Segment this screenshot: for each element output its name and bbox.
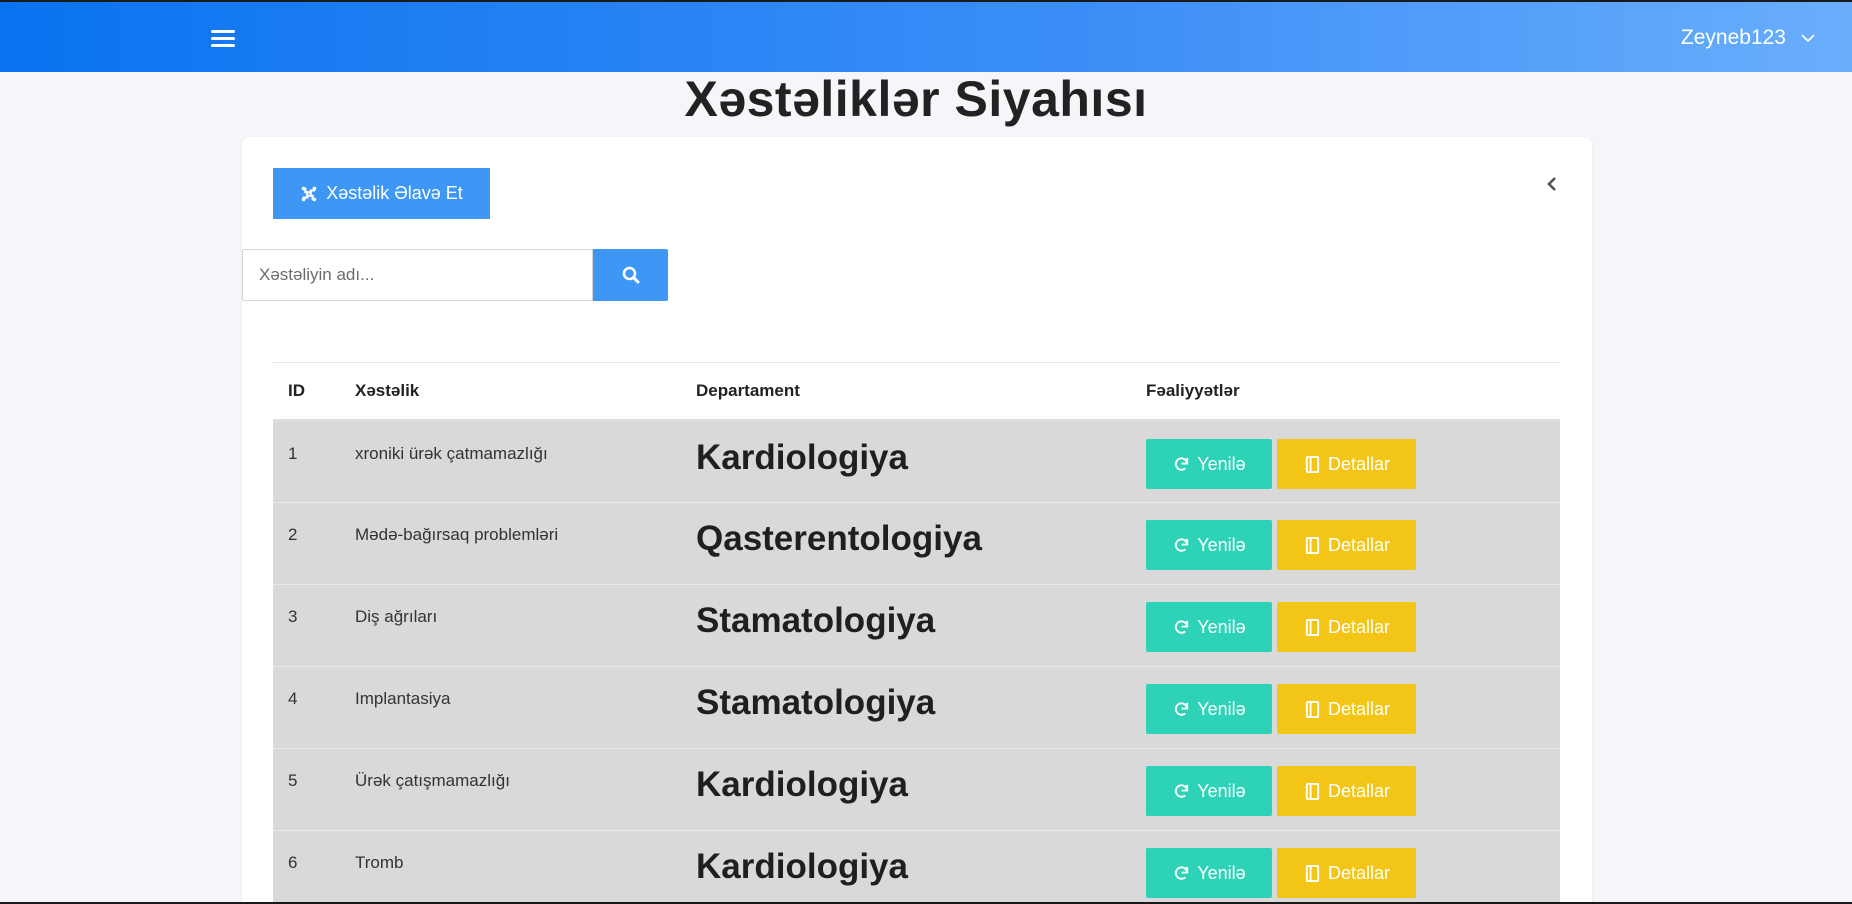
- refresh-icon: [1175, 783, 1189, 798]
- joomla-icon: [301, 186, 317, 201]
- row-department: Stamatologiya: [696, 601, 936, 640]
- row-id: 2: [288, 525, 298, 544]
- chevron-left-icon[interactable]: [1544, 173, 1560, 195]
- hamburger-icon[interactable]: [211, 30, 235, 48]
- details-label: Detallar: [1327, 780, 1391, 801]
- update-button[interactable]: Yenilə: [1146, 848, 1272, 898]
- row-disease-name: Tromb: [355, 853, 404, 872]
- book-icon: [1305, 455, 1320, 473]
- update-button[interactable]: Yenilə: [1146, 602, 1272, 652]
- book-icon: [1305, 618, 1320, 636]
- add-disease-label: Xəstəlik Əlavə Et: [326, 183, 463, 203]
- top-navbar: Zeyneb123: [0, 0, 1852, 72]
- table-row: 2 Mədə-bağırsaq problemləri Qasterentologi…: [273, 502, 1560, 585]
- table-row: 1 xroniki ürək çatmamazlığı Kardiologiya Ye…: [273, 420, 1560, 503]
- details-label: Detallar: [1327, 698, 1391, 719]
- column-header-id: ID: [288, 381, 305, 400]
- row-id: 6: [288, 853, 298, 872]
- book-icon: [1305, 536, 1320, 554]
- column-header-actions: Fəaliyyətlər: [1146, 381, 1240, 400]
- row-department: Kardiologiya: [696, 847, 908, 886]
- update-label: Yenilə: [1197, 534, 1246, 555]
- details-label: Detallar: [1327, 534, 1391, 555]
- refresh-icon: [1175, 701, 1189, 716]
- user-menu[interactable]: Zeyneb123: [1681, 26, 1816, 50]
- details-button[interactable]: Detallar: [1277, 602, 1416, 652]
- page-title: Xəstəliklər Siyahısı: [684, 71, 1148, 127]
- row-department: Stamatologiya: [696, 683, 936, 722]
- row-id: 1: [288, 444, 298, 463]
- search-input[interactable]: [242, 249, 593, 301]
- column-header-disease: Xəstəlik: [355, 381, 420, 400]
- details-button[interactable]: Detallar: [1277, 766, 1416, 816]
- row-disease-name: Implantasiya: [355, 689, 451, 708]
- details-label: Detallar: [1327, 453, 1391, 474]
- update-button[interactable]: Yenilə: [1146, 520, 1272, 570]
- row-id: 3: [288, 607, 298, 626]
- book-icon: [1305, 700, 1320, 718]
- row-actions: Yenilə Detallar: [1131, 667, 1560, 749]
- refresh-icon: [1175, 537, 1189, 552]
- update-label: Yenilə: [1197, 698, 1246, 719]
- table-row: 5 Ürək çatışmamazlığı Kardiologiya Yenilə De…: [273, 748, 1560, 831]
- table-row: 6 Tromb Kardiologiya Yenilə Detallar: [273, 830, 1560, 904]
- row-actions: Yenilə Detallar: [1131, 749, 1560, 831]
- details-label: Detallar: [1327, 616, 1391, 637]
- book-icon: [1305, 782, 1320, 800]
- row-actions: Yenilə Detallar: [1131, 831, 1560, 904]
- row-id: 4: [288, 689, 298, 708]
- update-label: Yenilə: [1197, 616, 1246, 637]
- update-button[interactable]: Yenilə: [1146, 439, 1272, 489]
- row-actions: Yenilə Detallar: [1131, 585, 1560, 667]
- table-header-row: ID Xəstəlik Departament Fəaliyyətlər: [273, 362, 1560, 421]
- refresh-icon: [1175, 456, 1189, 471]
- details-button[interactable]: Detallar: [1277, 684, 1416, 734]
- row-actions: Yenilə Detallar: [1131, 421, 1560, 503]
- row-department: Qasterentologiya: [696, 519, 982, 558]
- table-row: 4 Implantasiya Stamatologiya Yenilə Detallar: [273, 666, 1560, 749]
- details-label: Detallar: [1327, 862, 1391, 883]
- update-button[interactable]: Yenilə: [1146, 766, 1272, 816]
- update-label: Yenilə: [1197, 453, 1246, 474]
- row-disease-name: Diş ağrıları: [355, 607, 438, 626]
- row-department: Kardiologiya: [696, 765, 908, 804]
- update-label: Yenilə: [1197, 780, 1246, 801]
- row-disease-name: Ürək çatışmamazlığı: [355, 771, 510, 790]
- refresh-icon: [1175, 865, 1189, 880]
- add-disease-button[interactable]: Xəstəlik Əlavə Et: [273, 168, 490, 219]
- table-row: 3 Diş ağrıları Stamatologiya Yenilə Detallar: [273, 584, 1560, 667]
- row-id: 5: [288, 771, 298, 790]
- content-card: Xəstəlik Əlavə Et ID Xəstəlik Departamen…: [242, 137, 1592, 904]
- row-disease-name: Mədə-bağırsaq problemləri: [355, 525, 559, 544]
- update-label: Yenilə: [1197, 862, 1246, 883]
- details-button[interactable]: Detallar: [1277, 520, 1416, 570]
- row-department: Kardiologiya: [696, 438, 908, 477]
- diseases-table: ID Xəstəlik Departament Fəaliyyətlər 1 xr…: [273, 362, 1560, 904]
- details-button[interactable]: Detallar: [1277, 439, 1416, 489]
- book-icon: [1305, 864, 1320, 882]
- search-icon: [622, 266, 639, 284]
- search-button[interactable]: [593, 249, 668, 301]
- username-label: Zeyneb123: [1680, 26, 1786, 49]
- details-button[interactable]: Detallar: [1277, 848, 1416, 898]
- chevron-down-icon: [1801, 34, 1815, 43]
- update-button[interactable]: Yenilə: [1146, 684, 1272, 734]
- row-actions: Yenilə Detallar: [1131, 503, 1560, 585]
- column-header-department: Departament: [696, 381, 800, 400]
- row-disease-name: xroniki ürək çatmamazlığı: [355, 444, 548, 463]
- refresh-icon: [1175, 619, 1189, 634]
